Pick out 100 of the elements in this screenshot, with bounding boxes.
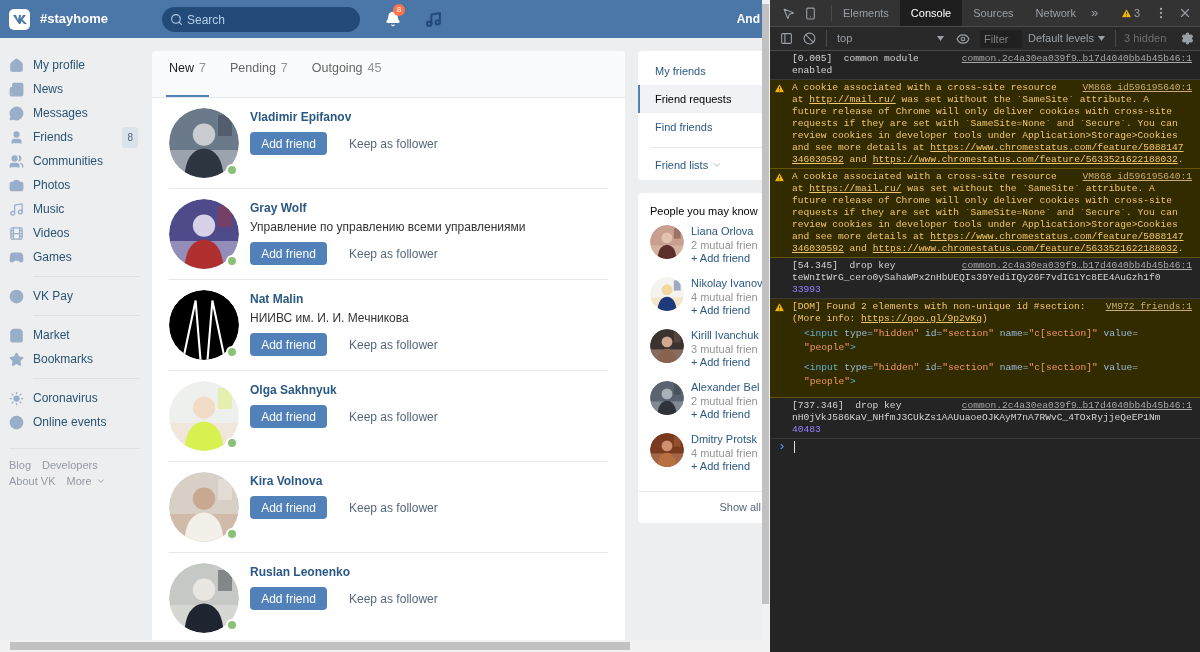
source-link[interactable]: VM972 friends:1 xyxy=(1105,301,1192,313)
search-field[interactable]: Search xyxy=(162,7,360,32)
person-name[interactable]: Vladimir Epifanov xyxy=(250,109,438,125)
tab[interactable]: Pending 7 xyxy=(226,51,291,97)
sidebar-toggle-icon[interactable] xyxy=(780,32,793,45)
sidebar-item[interactable]: Friends 8 xyxy=(9,125,140,149)
source-link[interactable]: common.2c4a30ea039f9…b17d4040bb4b45b46:1 xyxy=(961,53,1192,65)
add-friend-link[interactable]: + Add friend xyxy=(691,252,758,266)
add-friend-button[interactable]: Add friend xyxy=(250,496,327,519)
vertical-scrollbar[interactable] xyxy=(762,0,770,652)
add-friend-link[interactable]: + Add friend xyxy=(691,304,762,318)
person-name[interactable]: Kira Volnova xyxy=(250,473,438,489)
horizontal-scrollbar[interactable] xyxy=(0,640,762,652)
logo-icon[interactable] xyxy=(9,8,30,30)
link[interactable]: 346030592 xyxy=(792,243,844,254)
person-name[interactable]: Nikolay Ivanov xyxy=(691,277,762,291)
console-line: requests if they are set with `SameSite=None` and `Secure`. You can xyxy=(792,207,1178,219)
tab[interactable]: New 7 xyxy=(166,51,209,97)
add-friend-button[interactable]: Add friend xyxy=(250,242,327,265)
add-friend-button[interactable]: Add friend xyxy=(250,333,327,356)
friend-lists-dropdown[interactable]: Friend lists xyxy=(650,156,762,174)
sidebar-item[interactable]: News xyxy=(9,77,140,101)
source-link[interactable]: common.2c4a30ea039f9…b17d4040bb4b45b46:1 xyxy=(961,400,1192,412)
device-icon[interactable] xyxy=(804,6,817,20)
person-name[interactable]: Kirill Ivanchuk xyxy=(691,329,759,343)
menu-item[interactable]: Friend requests xyxy=(638,85,762,113)
bell-icon[interactable] xyxy=(385,11,401,27)
sidebar-item[interactable]: My profile xyxy=(9,53,140,77)
menu-item[interactable]: My friends xyxy=(638,57,762,85)
console-line: A cookie associated with a cross-site resource xyxy=(792,82,1057,94)
mutual-friends: 2 mutual frien xyxy=(691,394,759,408)
burst-icon xyxy=(9,390,24,406)
keep-as-follower-button[interactable]: Keep as follower xyxy=(349,407,438,426)
keep-as-follower-button[interactable]: Keep as follower xyxy=(349,244,438,263)
console-line: at http://mail.ru/ was set without the `SameSite` attribute. A xyxy=(792,94,1149,106)
add-friend-button[interactable]: Add friend xyxy=(250,405,327,428)
clear-icon[interactable] xyxy=(803,32,816,45)
sidebar-item[interactable]: Bookmarks xyxy=(9,347,140,371)
settings-icon[interactable] xyxy=(1181,32,1194,45)
keep-as-follower-button[interactable]: Keep as follower xyxy=(349,498,438,517)
sidebar-item[interactable]: Online events xyxy=(9,410,140,434)
console-line: [0.005] common module xyxy=(792,53,919,65)
add-friend-button[interactable]: Add friend xyxy=(250,132,327,155)
sidebar-item[interactable]: Coronavirus xyxy=(9,386,140,410)
link[interactable]: http://mail.ru/ xyxy=(809,94,896,105)
link[interactable]: 346030592 xyxy=(792,154,844,165)
person-name[interactable]: Ruslan Leonenko xyxy=(250,564,438,580)
sidebar-item[interactable]: Communities xyxy=(9,149,140,173)
user-name[interactable]: And xyxy=(736,10,760,28)
camera-icon xyxy=(9,177,24,193)
sidebar-item[interactable]: Photos xyxy=(9,173,140,197)
sidebar-item[interactable]: Music xyxy=(9,197,140,221)
music-note-icon xyxy=(9,201,24,217)
add-friend-link[interactable]: + Add friend xyxy=(691,460,758,474)
levels-dropdown[interactable]: Default levels xyxy=(1028,30,1106,47)
inspect-icon[interactable] xyxy=(782,6,795,20)
sidebar-item[interactable]: Market xyxy=(9,323,140,347)
site-title[interactable]: #stayhome xyxy=(40,9,150,29)
source-link[interactable]: VM868 id596195640:1 xyxy=(1082,82,1192,94)
person-name[interactable]: Nat Malin xyxy=(250,291,438,307)
warning-icon xyxy=(774,302,785,313)
devtools-tab[interactable]: Elements xyxy=(832,0,900,26)
keep-as-follower-button[interactable]: Keep as follower xyxy=(349,589,438,608)
person-name[interactable]: Olga Sakhnyuk xyxy=(250,382,438,398)
add-friend-link[interactable]: + Add friend xyxy=(691,408,760,422)
link[interactable]: https://www.chromestatus.com/feature/5633521622188032 xyxy=(872,243,1178,254)
keep-as-follower-button[interactable]: Keep as follower xyxy=(349,335,438,354)
html-snippet[interactable]: <input type="hidden" id="section" name="c[section]" value= "people"> xyxy=(792,361,1192,389)
warning-counter[interactable]: 3 xyxy=(1120,4,1140,22)
link[interactable]: https://mail.ru/ xyxy=(809,183,902,194)
devtools-tab[interactable]: Console xyxy=(899,0,963,26)
eye-icon[interactable] xyxy=(956,31,970,46)
sidebar-item[interactable]: VK Pay xyxy=(9,284,140,308)
console-line: future release of Chrome will only deliver cookies with cross-site xyxy=(792,195,1172,207)
html-snippet[interactable]: <input type="hidden" id="section" name="c[section]" value= "people"> xyxy=(792,327,1192,355)
close-icon[interactable] xyxy=(1178,6,1192,20)
sidebar-item[interactable]: Videos xyxy=(9,221,140,245)
person-name[interactable]: Liana Orlova xyxy=(691,225,758,239)
link[interactable]: https://goo.gl/9p2vKg xyxy=(861,313,982,324)
person-name[interactable]: Gray Wolf xyxy=(250,200,526,216)
tab[interactable]: Outgoing 45 xyxy=(308,51,385,97)
source-link[interactable]: VM868 id596195640:1 xyxy=(1082,171,1192,183)
link[interactable]: https://www.chromestatus.com/feature/5088147 xyxy=(930,231,1184,242)
devtools-tab[interactable]: Sources xyxy=(962,0,1025,26)
link[interactable]: https://www.chromestatus.com/feature/5088147 xyxy=(930,142,1184,153)
devtools-tab[interactable]: Network xyxy=(1024,0,1087,26)
person-name[interactable]: Alexander Bel xyxy=(691,381,760,395)
add-friend-link[interactable]: + Add friend xyxy=(691,356,759,370)
sidebar-item[interactable]: Games xyxy=(9,245,140,269)
filter-field[interactable]: Filter xyxy=(980,29,1022,48)
link[interactable]: https://www.chromestatus.com/feature/5633521622188032 xyxy=(872,154,1178,165)
sidebar-item[interactable]: Messages xyxy=(9,101,140,125)
menu-item[interactable]: Find friends xyxy=(638,113,762,141)
add-friend-button[interactable]: Add friend xyxy=(250,587,327,610)
person-name[interactable]: Dmitry Protsk xyxy=(691,433,758,447)
more-tabs-button[interactable]: » xyxy=(1086,3,1103,23)
keep-as-follower-button[interactable]: Keep as follower xyxy=(349,134,438,153)
show-all-link[interactable]: Show all xyxy=(719,499,761,516)
source-link[interactable]: common.2c4a30ea039f9…b17d4040bb4b45b46:1 xyxy=(961,260,1192,272)
context-select[interactable]: top xyxy=(826,30,944,47)
